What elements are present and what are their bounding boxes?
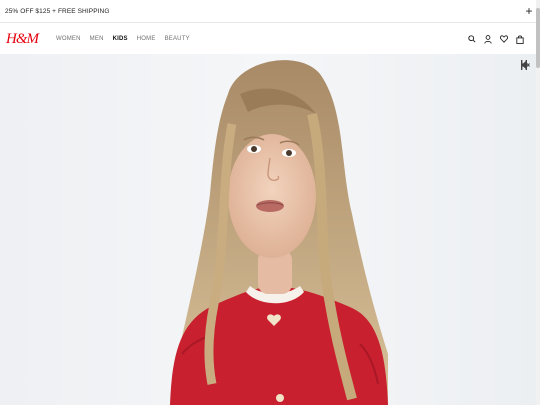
nav-item-men[interactable]: MEN — [90, 36, 104, 42]
bag-icon[interactable] — [515, 34, 524, 44]
nav-item-home[interactable]: HOME — [137, 36, 156, 42]
nav-item-beauty[interactable]: BEAUTY — [165, 36, 190, 42]
search-icon[interactable] — [467, 35, 476, 44]
account-icon[interactable] — [483, 34, 492, 44]
scrollbar-thumb[interactable] — [536, 8, 540, 68]
promo-text[interactable]: 25% OFF $125 + FREE SHIPPING — [5, 8, 110, 15]
hero-image — [0, 54, 536, 405]
hero-banner[interactable] — [0, 54, 536, 405]
plus-icon[interactable]: + — [524, 5, 534, 17]
promo-bar: 25% OFF $125 + FREE SHIPPING + — [0, 0, 540, 23]
nav-item-kids[interactable]: KIDS — [113, 36, 128, 42]
nav-item-women[interactable]: WOMEN — [56, 36, 81, 42]
site-header: H&M WOMEN MEN KIDS HOME BEAUTY — [0, 24, 536, 54]
mute-icon[interactable] — [520, 61, 530, 94]
header-icons — [467, 34, 524, 44]
scrollbar[interactable] — [536, 0, 540, 405]
main-nav: WOMEN MEN KIDS HOME BEAUTY — [56, 36, 190, 42]
favorites-icon[interactable] — [499, 35, 508, 44]
hero-controls — [520, 60, 530, 94]
hm-logo[interactable]: H&M — [6, 31, 39, 48]
